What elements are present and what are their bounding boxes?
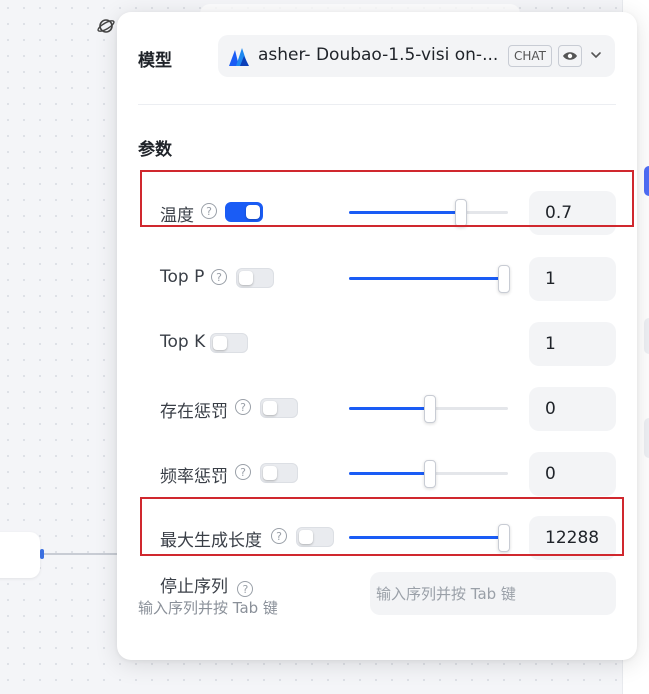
model-settings-popover: 模型 asher- Doubao-1.5-visi on-... CHAT 参数…	[117, 12, 637, 660]
toggle-knob	[213, 336, 227, 350]
canvas-node[interactable]	[0, 532, 40, 578]
help-icon[interactable]: ?	[235, 399, 251, 415]
param-value-input[interactable]: 0	[529, 387, 616, 431]
stop-sequence-input[interactable]	[370, 572, 616, 615]
slider-thumb[interactable]	[423, 460, 436, 488]
slider-thumb[interactable]	[498, 265, 510, 293]
help-icon[interactable]: ?	[211, 269, 227, 285]
params-title: 参数	[138, 140, 172, 160]
param-label: 存在惩罚	[160, 402, 228, 422]
param-label: 频率惩罚	[160, 467, 228, 487]
slider-thumb[interactable]	[423, 395, 436, 423]
slider-fill	[349, 407, 429, 410]
param-label: Top K	[160, 332, 206, 352]
param-slider[interactable]	[349, 265, 510, 293]
model-select[interactable]: asher- Doubao-1.5-visi on-... CHAT	[218, 35, 615, 77]
param-label: Top P	[160, 267, 205, 287]
param-row: Top K 1	[117, 318, 637, 370]
help-icon[interactable]: ?	[237, 581, 254, 597]
help-icon[interactable]: ?	[235, 464, 251, 480]
model-logo-icon	[228, 46, 250, 66]
eye-icon	[558, 45, 582, 67]
stop-sequence-hint: 输入序列并按 Tab 键	[138, 599, 278, 617]
toggle-knob	[263, 401, 277, 415]
slider-fill	[349, 277, 508, 280]
divider	[138, 104, 616, 105]
param-toggle[interactable]	[210, 333, 248, 353]
param-toggle[interactable]	[236, 268, 274, 288]
param-row: 频率惩罚? 0	[117, 448, 637, 500]
param-row: Top P? 1	[117, 253, 637, 305]
stop-sequence-label: 停止序列 ?	[160, 572, 254, 597]
param-value-input[interactable]: 1	[529, 322, 616, 366]
model-label: 模型	[138, 51, 172, 71]
right-panel-field[interactable]	[644, 318, 649, 354]
planet-icon[interactable]	[96, 16, 116, 36]
slider-fill	[349, 472, 429, 475]
chevron-down-icon[interactable]	[588, 47, 604, 63]
param-row: 存在惩罚? 0	[117, 383, 637, 435]
chat-badge: CHAT	[508, 45, 553, 67]
right-panel-button[interactable]	[644, 166, 649, 196]
toggle-knob	[239, 271, 253, 285]
right-panel-field[interactable]	[644, 418, 649, 458]
canvas-edge-handle[interactable]	[40, 549, 44, 559]
param-value-input[interactable]: 1	[529, 257, 616, 301]
param-toggle[interactable]	[260, 463, 298, 483]
highlight-max-length	[140, 497, 624, 556]
model-name: asher- Doubao-1.5-visi on-...	[258, 45, 499, 65]
toggle-knob	[263, 466, 277, 480]
param-slider[interactable]	[349, 460, 508, 488]
param-slider[interactable]	[349, 395, 508, 423]
param-toggle[interactable]	[260, 398, 298, 418]
param-value-input[interactable]: 0	[529, 452, 616, 496]
canvas-edge	[41, 553, 121, 555]
highlight-temperature	[140, 170, 634, 227]
